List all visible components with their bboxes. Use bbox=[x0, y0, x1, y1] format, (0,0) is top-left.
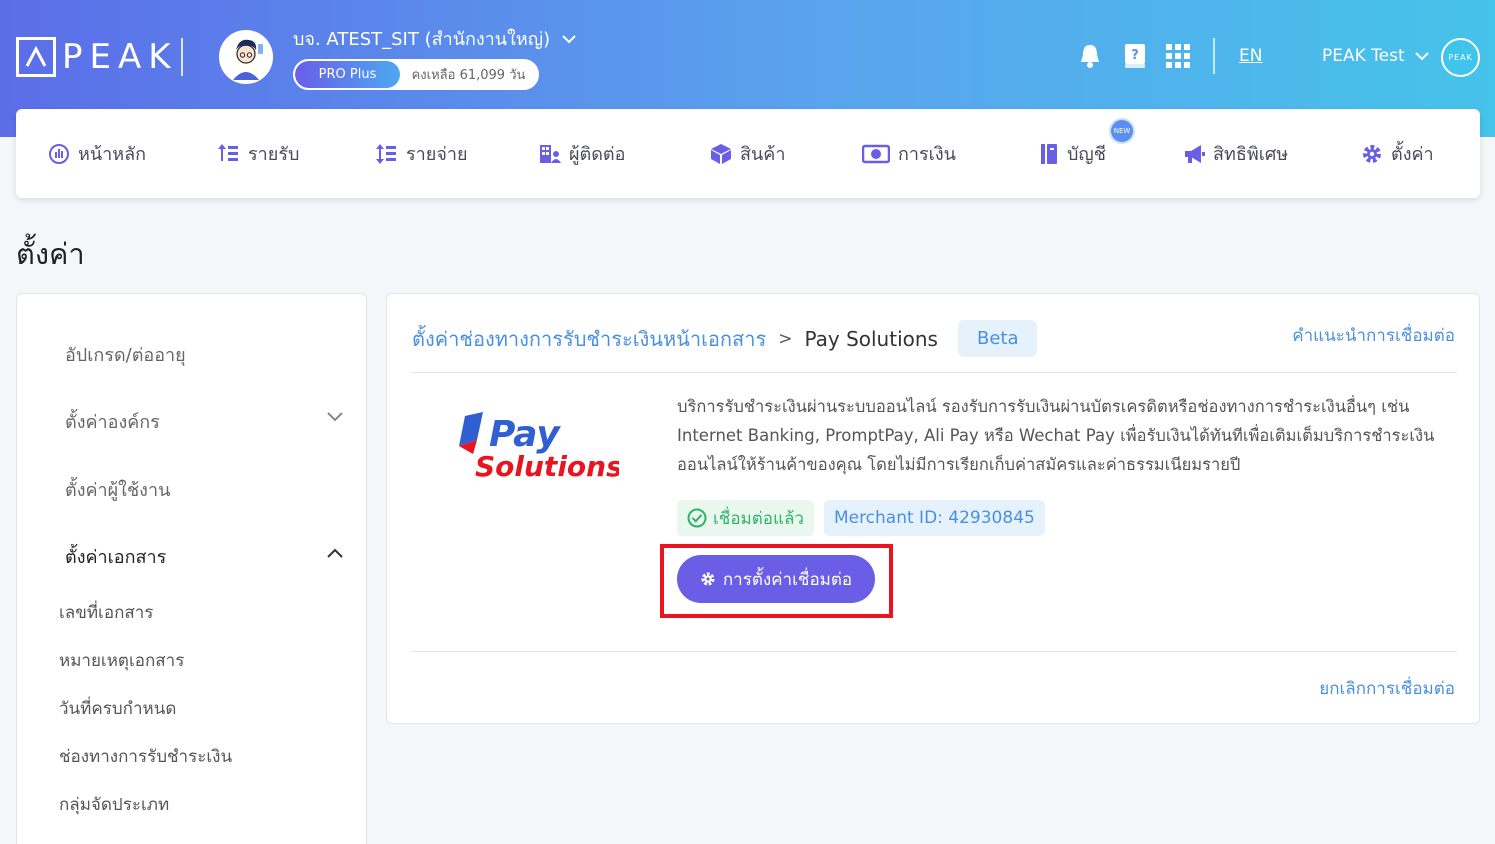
plan-remaining: คงเหลือ 61,099 วัน bbox=[411, 68, 526, 83]
sidebar-item-upgrade[interactable]: อัปเกรด/ต่ออายุ bbox=[65, 340, 186, 369]
apps-grid-icon[interactable] bbox=[1165, 42, 1191, 70]
sidebar-sub-document-number[interactable]: เลขที่เอกสาร bbox=[59, 599, 153, 626]
nav-label: การเงิน bbox=[898, 144, 956, 165]
breadcrumb: ตั้งค่าช่องทางการรับชำระเงินหน้าเอกสาร >… bbox=[412, 320, 1038, 357]
nav-item-income[interactable]: รายรับ bbox=[218, 139, 299, 168]
nav-item-contacts[interactable]: ผู้ติดต่อ bbox=[539, 139, 625, 168]
gear-icon bbox=[701, 572, 715, 586]
help-book-icon[interactable]: ? bbox=[1122, 42, 1148, 70]
nav-item-finance[interactable]: การเงิน bbox=[862, 139, 956, 168]
sidebar-sub-due-date[interactable]: วันที่ครบกำหนด bbox=[59, 695, 176, 722]
chevron-down-icon bbox=[1414, 52, 1429, 61]
company-switcher[interactable]: บจ. ATEST_SIT (สำนักงานใหญ่) bbox=[293, 24, 576, 53]
nav-label: ตั้งค่า bbox=[1391, 144, 1434, 165]
chevron-down-icon[interactable] bbox=[327, 412, 343, 422]
language-switch[interactable]: EN bbox=[1239, 46, 1262, 66]
logo-word-solutions: Solutions bbox=[475, 450, 619, 482]
nav-item-privileges[interactable]: สิทธิพิเศษ bbox=[1183, 139, 1288, 168]
logo-word-pay: Pay bbox=[489, 414, 561, 455]
svg-text:?: ? bbox=[1131, 48, 1139, 63]
nav-label: สิทธิพิเศษ bbox=[1213, 144, 1289, 165]
check-circle-icon bbox=[687, 508, 707, 528]
user-name: PEAK Test bbox=[1322, 46, 1405, 66]
status-connected-label: เชื่อมต่อแล้ว bbox=[713, 508, 804, 529]
sidebar-sub-document-notes[interactable]: หมายเหตุเอกสาร bbox=[59, 647, 184, 674]
nav-label: รายจ่าย bbox=[406, 144, 468, 165]
breadcrumb-current: Pay Solutions bbox=[804, 326, 938, 351]
nav-label: สินค้า bbox=[740, 144, 786, 165]
settings-sidebar: อัปเกรด/ต่ออายุ ตั้งค่าองค์กร ตั้งค่าผู้… bbox=[16, 293, 367, 844]
chevron-down-icon bbox=[562, 34, 576, 43]
nav-label: ผู้ติดต่อ bbox=[569, 144, 626, 165]
gear-icon bbox=[1363, 144, 1381, 163]
beta-badge: Beta bbox=[957, 320, 1038, 357]
nav-item-products[interactable]: สินค้า bbox=[710, 139, 785, 168]
status-connected-badge: เชื่อมต่อแล้ว bbox=[677, 500, 814, 536]
card-divider-top bbox=[411, 372, 1457, 373]
breadcrumb-separator: > bbox=[778, 328, 793, 349]
pay-solutions-card: ตั้งค่าช่องทางการรับชำระเงินหน้าเอกสาร >… bbox=[386, 293, 1480, 724]
nav-item-settings[interactable]: ตั้งค่า bbox=[1361, 139, 1434, 168]
page-title: ตั้งค่า bbox=[16, 237, 85, 271]
sidebar-sub-classification-groups[interactable]: กลุ่มจัดประเภท bbox=[59, 791, 169, 818]
plan-badge[interactable]: PRO Plus คงเหลือ 61,099 วัน bbox=[293, 59, 539, 90]
sidebar-item-documents[interactable]: ตั้งค่าเอกสาร bbox=[65, 542, 166, 571]
merchant-id-badge: Merchant ID: 42930845 bbox=[823, 500, 1045, 536]
megaphone-icon bbox=[1185, 144, 1205, 163]
company-name: บจ. ATEST_SIT (สำนักงานใหญ่) bbox=[293, 29, 551, 50]
card-divider-bottom bbox=[411, 651, 1457, 652]
user-menu[interactable]: PEAK Test bbox=[1322, 46, 1429, 66]
ledger-icon bbox=[1041, 143, 1057, 164]
contacts-icon bbox=[540, 144, 561, 163]
income-icon bbox=[218, 143, 238, 161]
connection-settings-label: การตั้งค่าเชื่อมต่อ bbox=[722, 569, 853, 589]
chevron-up-icon[interactable] bbox=[327, 548, 343, 558]
bell-icon[interactable] bbox=[1077, 42, 1103, 70]
nav-item-accounting[interactable]: บัญชี bbox=[1039, 139, 1106, 168]
breadcrumb-parent-link[interactable]: ตั้งค่าช่องทางการรับชำระเงินหน้าเอกสาร bbox=[412, 323, 766, 355]
header-divider bbox=[1213, 38, 1215, 74]
sidebar-item-users[interactable]: ตั้งค่าผู้ใช้งาน bbox=[65, 475, 170, 504]
nav-label: หน้าหลัก bbox=[78, 144, 147, 165]
nav-label: รายรับ bbox=[248, 144, 300, 165]
pay-solutions-logo: Pay Solutions bbox=[459, 412, 623, 483]
nav-item-home[interactable]: หน้าหลัก bbox=[48, 139, 146, 168]
status-row: เชื่อมต่อแล้ว Merchant ID: 42930845 bbox=[677, 500, 1045, 536]
service-description: บริการรับชำระเงินผ่านระบบออนไลน์ รองรับก… bbox=[677, 397, 1435, 474]
disconnect-link[interactable]: ยกเลิกการเชื่อมต่อ bbox=[1319, 675, 1455, 702]
sidebar-item-organization[interactable]: ตั้งค่าองค์กร bbox=[65, 407, 160, 436]
nav-item-expense[interactable]: รายจ่าย bbox=[376, 139, 468, 168]
nav-label: บัญชี bbox=[1067, 144, 1106, 165]
expense-icon bbox=[376, 143, 396, 164]
product-box-icon bbox=[711, 143, 731, 164]
dashboard-icon bbox=[49, 143, 69, 164]
sidebar-sub-payment-channels[interactable]: ช่องทางการรับชำระเงิน bbox=[59, 743, 232, 770]
plan-name: PRO Plus bbox=[295, 61, 400, 88]
new-badge: NEW bbox=[1109, 118, 1135, 144]
logo-text: PEAK bbox=[62, 37, 178, 77]
connection-guide-link[interactable]: คำแนะนำการเชื่อมต่อ bbox=[1292, 322, 1455, 349]
user-avatar[interactable]: PEAK bbox=[1441, 38, 1480, 77]
logo-mark-icon bbox=[16, 37, 56, 77]
company-avatar[interactable] bbox=[219, 30, 273, 84]
peak-logo[interactable]: PEAK bbox=[16, 37, 178, 77]
main-nav: หน้าหลัก รายรับ รายจ่าย ผู้ติดต่อ สินค้า… bbox=[16, 109, 1480, 198]
logo-divider bbox=[181, 38, 183, 76]
money-icon bbox=[862, 144, 890, 163]
connection-settings-button[interactable]: การตั้งค่าเชื่อมต่อ bbox=[677, 555, 875, 603]
